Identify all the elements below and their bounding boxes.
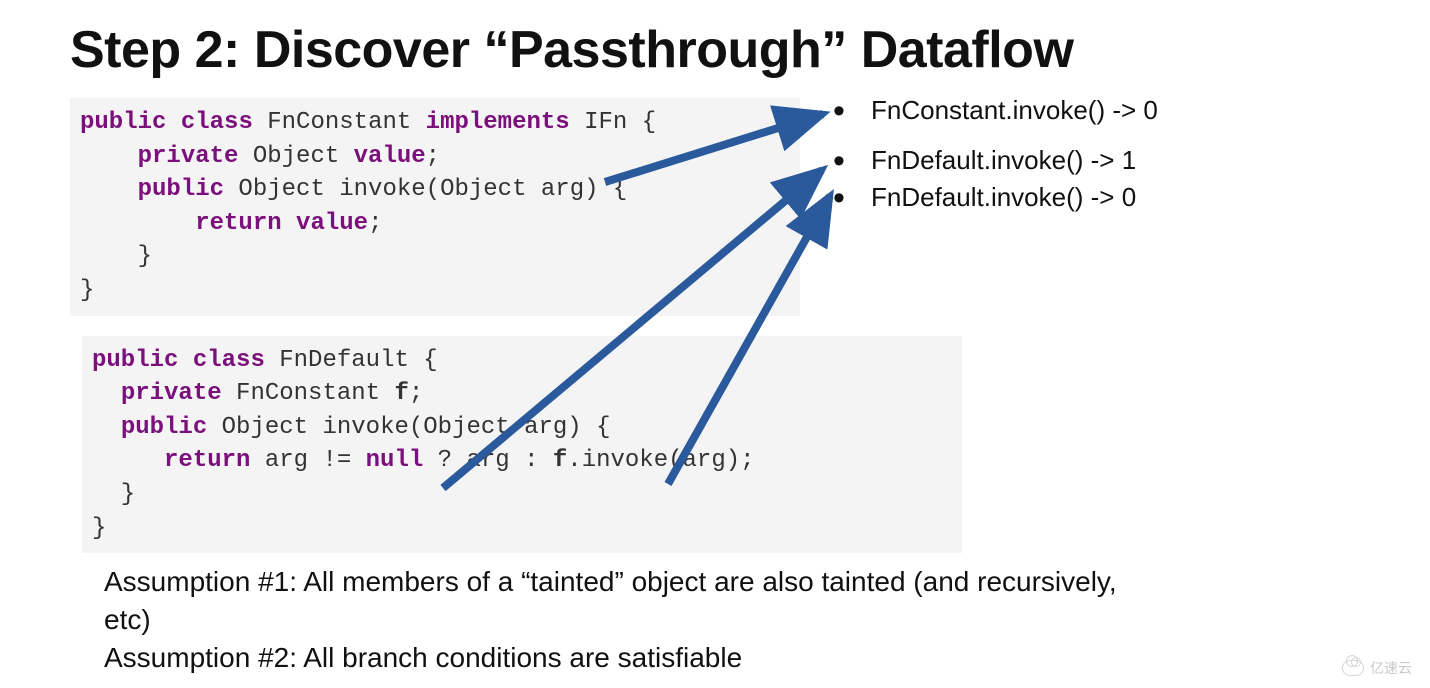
cloud-icon (1342, 660, 1364, 676)
slide-title: Step 2: Discover “Passthrough” Dataflow (70, 20, 1360, 80)
result-item: FnConstant.invoke() -> 0 (833, 92, 1393, 128)
watermark-text: 亿速云 (1370, 658, 1412, 678)
watermark: 亿速云 (1342, 658, 1412, 678)
code-block-fndefault: public class FnDefault { private FnConst… (82, 336, 962, 554)
result-item: FnDefault.invoke() -> 0 (833, 179, 1393, 215)
passthrough-results-list: FnConstant.invoke() -> 0 FnDefault.invok… (833, 92, 1393, 215)
code-block-fnconstant: public class FnConstant implements IFn {… (70, 98, 800, 316)
result-item: FnDefault.invoke() -> 1 (833, 142, 1393, 178)
assumptions: Assumption #1: All members of a “tainted… (104, 563, 1144, 676)
assumption-2: Assumption #2: All branch conditions are… (104, 639, 1144, 677)
assumption-1: Assumption #1: All members of a “tainted… (104, 563, 1144, 639)
